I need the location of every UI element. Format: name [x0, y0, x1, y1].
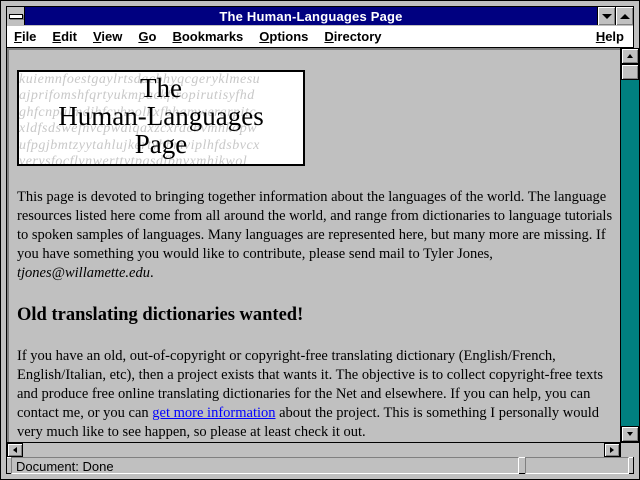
logo-line-2: Human-Languages: [58, 101, 264, 131]
vertical-scrollbar[interactable]: [620, 48, 639, 442]
status-text: Document: Done: [11, 457, 519, 474]
menu-edit[interactable]: Edit: [45, 29, 86, 44]
status-bar: Document: Done: [7, 457, 633, 474]
menu-directory-accel: D: [324, 29, 334, 44]
title-bar[interactable]: The Human-Languages Page: [7, 7, 633, 25]
minimize-icon: [601, 13, 612, 19]
intro-paragraph: This page is devoted to bringing togethe…: [17, 188, 613, 283]
menu-view-label: iew: [101, 29, 123, 44]
vertical-scroll-track[interactable]: [621, 64, 639, 426]
system-menu-button[interactable]: [7, 7, 25, 25]
scroll-right-button[interactable]: [604, 443, 620, 457]
arrow-left-icon: [13, 447, 17, 453]
document-view[interactable]: kuiemnfoestgaylrtsdacbhyqcgeryklmesu ajp…: [7, 48, 620, 442]
menu-go-label: o: [148, 29, 157, 44]
scroll-up-button[interactable]: [621, 48, 639, 64]
menu-help-label: elp: [605, 29, 624, 44]
scroll-left-button[interactable]: [7, 443, 23, 457]
window-title: The Human-Languages Page: [219, 8, 403, 24]
browser-window: The Human-Languages Page File Edit View …: [0, 0, 640, 480]
logo-line-3: Page: [134, 129, 188, 159]
menu-go[interactable]: Go: [131, 29, 165, 44]
menu-edit-label: dit: [61, 29, 77, 44]
logo-line-1: The: [140, 73, 182, 103]
intro-text-end: .: [149, 265, 154, 281]
dictionary-paragraph: If you have an old, out-of-copyright or …: [17, 347, 613, 442]
menu-go-accel: G: [138, 29, 149, 44]
horizontal-scrollbar[interactable]: [7, 442, 620, 457]
page-logo: kuiemnfoestgaylrtsdacbhyqcgeryklmesu ajp…: [17, 70, 305, 166]
maximize-button[interactable]: [615, 7, 633, 25]
document-body: kuiemnfoestgaylrtsdacbhyqcgeryklmesu ajp…: [17, 70, 613, 442]
arrow-down-icon: [627, 432, 633, 436]
progress-indicator: [525, 457, 629, 474]
menu-directory-label: irectory: [333, 29, 382, 44]
minimize-button[interactable]: [597, 7, 615, 25]
menu-options-accel: O: [259, 29, 270, 44]
system-menu-icon: [8, 13, 23, 19]
menu-file-accel: F: [14, 29, 22, 44]
intro-text: This page is devoted to bringing togethe…: [17, 189, 613, 262]
vertical-scroll-thumb[interactable]: [621, 64, 639, 80]
menu-help-accel: H: [595, 29, 606, 44]
more-info-link[interactable]: get more information: [152, 405, 275, 421]
arrow-up-icon: [627, 54, 633, 58]
menu-options-label: ptions: [269, 29, 309, 44]
menu-file-label: ile: [21, 29, 37, 44]
menu-help[interactable]: Help: [589, 29, 633, 44]
maximize-icon: [619, 13, 630, 19]
menu-bookmarks-label: ookmarks: [181, 29, 244, 44]
section-heading: Old translating dictionaries wanted!: [17, 305, 304, 325]
menu-bookmarks-accel: B: [172, 29, 182, 44]
scrollbar-corner: [620, 442, 639, 457]
menu-bookmarks[interactable]: Bookmarks: [165, 29, 252, 44]
menu-view[interactable]: View: [86, 29, 131, 44]
menu-directory[interactable]: Directory: [317, 29, 390, 44]
menu-bar: File Edit View Go Bookmarks Options Dire…: [7, 26, 633, 48]
menu-edit-accel: E: [52, 29, 62, 44]
menu-options[interactable]: Options: [252, 29, 317, 44]
menu-file[interactable]: File: [7, 29, 45, 44]
window-client: The Human-Languages Page File Edit View …: [6, 6, 639, 474]
logo-title: The Human-Languages Page: [19, 74, 303, 158]
contact-email: tjones@willamette.edu: [17, 265, 150, 281]
arrow-right-icon: [610, 447, 614, 453]
scroll-down-button[interactable]: [621, 426, 639, 442]
